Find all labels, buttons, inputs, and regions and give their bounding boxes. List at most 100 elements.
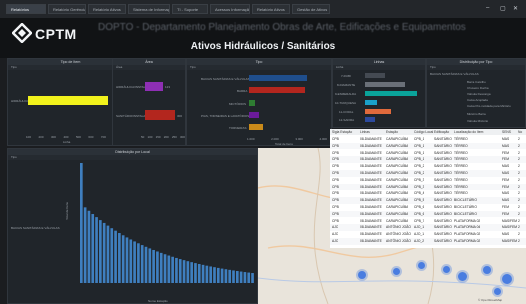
distribution-bar-chart[interactable] <box>80 163 255 291</box>
station-marker[interactable] <box>443 266 450 273</box>
chart-bar[interactable] <box>171 256 174 283</box>
browser-tab[interactable]: Relatório Gerência <box>48 4 86 14</box>
chart-bar[interactable] <box>110 228 114 283</box>
minimize-icon[interactable]: – <box>486 5 489 11</box>
browser-tab[interactable]: Gestão de Ativos <box>292 4 330 14</box>
chart-bar[interactable] <box>249 100 255 106</box>
chart-bar[interactable] <box>365 82 405 87</box>
chart-bar[interactable] <box>87 210 91 283</box>
chart-bar[interactable] <box>152 249 155 283</box>
table-row[interactable]: CPB 08-DIAMANTE CARAPICUÍBA CPB_1 SANITÁRIO T… <box>330 150 526 157</box>
table-row[interactable]: CPB 08-DIAMANTE CARAPICUÍBA CPB_6 SANITÁRIO B… <box>330 210 526 218</box>
chart-bar[interactable] <box>216 267 220 283</box>
station-marker[interactable] <box>393 268 400 275</box>
table-row[interactable]: CPB 08-DIAMANTE CARAPICUÍBA CPB_6 SANITÁRIO B… <box>330 204 526 211</box>
chart-bar[interactable] <box>137 243 140 283</box>
chart-bar[interactable] <box>80 163 83 283</box>
chart-bar[interactable] <box>194 263 197 283</box>
table-row[interactable]: CPB 08-DIAMANTE CARAPICUÍBA CPB_4 SANITÁRIO T… <box>330 190 526 197</box>
chart-bar[interactable] <box>232 270 235 283</box>
table-row[interactable]: AJO 08-DIAMANTE ANTÔNIO JOÃO AJO_1 SANITÁRIO… <box>330 224 526 231</box>
table-row[interactable]: CPB 08-DIAMANTE CARAPICUÍBA CPB_2 SANITÁRIO T… <box>330 163 526 170</box>
chart-bar[interactable] <box>365 100 377 105</box>
chart-bar[interactable] <box>114 230 117 283</box>
chart-bar[interactable] <box>224 269 228 283</box>
chart-bar[interactable] <box>365 117 375 122</box>
list-item[interactable]: Caixa Pré-moldada para Mictório <box>467 104 511 108</box>
chart-bar[interactable] <box>228 269 232 283</box>
browser-tab[interactable]: Acessos Informação <box>210 4 250 14</box>
browser-tab[interactable]: Relatório Ativos <box>252 4 290 14</box>
browser-tab[interactable]: Relatórios <box>6 4 46 14</box>
chart-bar[interactable] <box>251 273 254 283</box>
chart-bar[interactable] <box>133 241 136 283</box>
chart-bar[interactable] <box>213 267 216 283</box>
chart-bar[interactable] <box>140 245 144 283</box>
table-row[interactable]: CPB 08-DIAMANTE CARAPICUÍBA CPB_2 SANITÁRIO T… <box>330 170 526 177</box>
table-row[interactable]: CPB 08-DIAMANTE CARAPICUÍBA CPB_3 SANITÁRIO T… <box>330 183 526 191</box>
chart-bar[interactable] <box>205 265 209 283</box>
chart-bar[interactable] <box>91 214 95 283</box>
chart-bar[interactable] <box>249 87 305 93</box>
chart-bar[interactable] <box>99 220 102 283</box>
list-item[interactable]: Barra Caixilho <box>467 80 486 84</box>
list-item[interactable]: Caixa Acoplada <box>467 98 488 102</box>
list-item[interactable]: Válvula Mictório <box>467 119 488 123</box>
list-item[interactable]: BACIAS SANITÁRIAS E VÁLVULAS <box>430 72 479 76</box>
table-row[interactable]: CPB 08-DIAMANTE CARAPICUÍBA CPB_1 SANITÁRIO T… <box>330 156 526 163</box>
chart-bar[interactable] <box>182 260 186 283</box>
chart-bar[interactable] <box>247 272 251 283</box>
table-row[interactable]: CPB 08-DIAMANTE CARAPICUÍBA CPB_5 SANITÁRIO B… <box>330 197 526 204</box>
list-item[interactable]: Chuveiro Ducha <box>467 86 489 90</box>
station-marker[interactable] <box>502 274 512 284</box>
chart-bar[interactable] <box>190 262 193 283</box>
chart-bar[interactable] <box>102 222 106 283</box>
station-marker[interactable] <box>418 262 425 269</box>
chart-bar[interactable] <box>243 272 247 283</box>
browser-tab[interactable]: TI - Suporte <box>172 4 208 14</box>
chart-bar[interactable] <box>197 264 201 283</box>
table-row[interactable]: CPB 08-DIAMANTE CARAPICUÍBA CPB_3 SANITÁRIO T… <box>330 177 526 184</box>
chart-bar[interactable] <box>209 266 213 283</box>
chart-bar[interactable] <box>239 271 243 283</box>
chart-bar[interactable] <box>220 268 224 283</box>
chart-bar[interactable] <box>129 239 133 283</box>
chart-bar[interactable] <box>178 259 182 283</box>
chart-bar[interactable] <box>148 248 152 283</box>
chart-bar[interactable] <box>365 91 417 96</box>
table-row[interactable]: CPB 08-DIAMANTE CARAPICUÍBA CPB_7 SANITÁRIO P… <box>330 218 526 225</box>
close-icon[interactable]: ✕ <box>513 5 518 12</box>
chart-bar[interactable] <box>186 261 190 283</box>
table-row[interactable]: AJO 08-DIAMANTE ANTÔNIO JOÃO AJO_2 SANITÁRIO… <box>330 238 526 245</box>
table-row[interactable]: CPB 08-DIAMANTE CARAPICUÍBA CPB_1 SANITÁRIO T… <box>330 142 526 150</box>
browser-tab[interactable]: Sistema de Informações <box>128 4 170 14</box>
list-item[interactable]: Mictório Barra <box>467 112 486 116</box>
chart-bar[interactable] <box>83 207 87 283</box>
chart-bar[interactable] <box>95 217 98 283</box>
chart-bar[interactable] <box>163 254 167 283</box>
chart-bar[interactable] <box>118 233 121 283</box>
table-row[interactable]: AJO 08-DIAMANTE ANTÔNIO JOÃO AJO_1 SANITÁRIO… <box>330 231 526 238</box>
chart-bar[interactable] <box>365 109 391 114</box>
chart-bar[interactable] <box>175 257 178 283</box>
chart-bar[interactable] <box>121 235 125 283</box>
chart-bar[interactable] <box>249 75 307 81</box>
station-marker[interactable] <box>494 288 501 295</box>
chart-bar[interactable] <box>249 112 259 118</box>
chart-bar[interactable] <box>201 264 205 283</box>
chart-bar[interactable] <box>159 252 163 283</box>
list-item[interactable]: Válvula Descarga <box>467 92 491 96</box>
chart-bar[interactable] <box>235 271 239 283</box>
station-marker[interactable] <box>358 271 366 279</box>
browser-tab[interactable]: Relatório Ativos <box>88 4 126 14</box>
chart-bar[interactable] <box>156 251 159 283</box>
chart-bar[interactable] <box>365 73 385 78</box>
station-marker[interactable] <box>483 266 491 274</box>
chart-bar[interactable] <box>249 124 263 130</box>
chart-bar[interactable] <box>145 82 163 91</box>
chart-bar[interactable] <box>125 237 129 283</box>
chart-bar[interactable] <box>167 255 171 283</box>
chart-bar[interactable] <box>28 96 108 105</box>
chart-bar[interactable] <box>145 110 175 120</box>
maximize-icon[interactable]: ▢ <box>500 5 506 12</box>
